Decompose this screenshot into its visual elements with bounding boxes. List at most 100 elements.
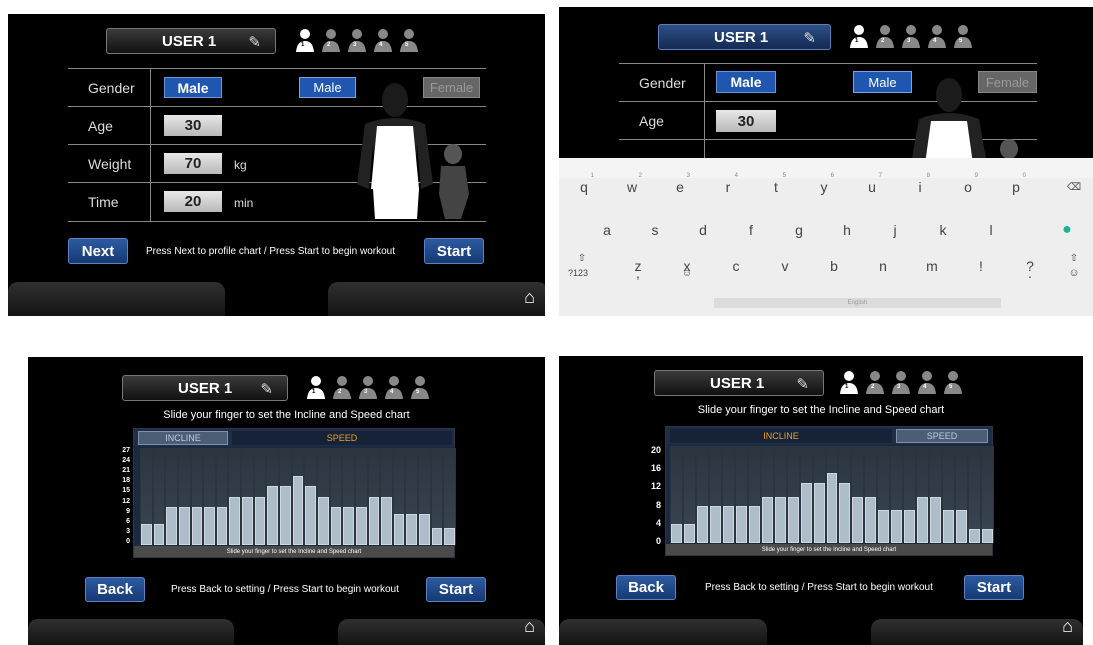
chart-bar[interactable] <box>280 486 291 545</box>
enter-check-icon[interactable]: ● <box>1052 218 1082 242</box>
chart-bar[interactable] <box>431 527 443 545</box>
profile-1-icon[interactable]: 1 <box>306 375 326 399</box>
chart-bar[interactable] <box>852 496 864 543</box>
user-name-field[interactable]: USER 1 ✎ <box>654 370 824 396</box>
profile-5-icon[interactable]: 5 <box>953 24 973 48</box>
keyboard-period-key[interactable]: . <box>1015 261 1045 285</box>
chart-bar[interactable] <box>943 510 955 543</box>
chart-bar[interactable] <box>216 507 228 545</box>
key-s[interactable]: s <box>640 218 670 242</box>
profile-4-icon[interactable]: 4 <box>384 375 404 399</box>
chart-bar[interactable] <box>305 486 316 545</box>
profile-5-icon[interactable]: 5 <box>410 375 430 399</box>
profile-4-icon[interactable]: 4 <box>917 370 937 394</box>
profile-4-icon[interactable]: 4 <box>927 24 947 48</box>
chart-bar[interactable] <box>204 507 215 545</box>
key-t[interactable]: t5 <box>761 173 791 199</box>
chart-bar[interactable] <box>141 524 152 545</box>
home-icon[interactable]: ⌂ <box>524 616 535 637</box>
key-n[interactable]: n <box>868 254 898 278</box>
chart-bar[interactable] <box>748 505 760 543</box>
key-c[interactable]: c <box>721 254 751 278</box>
tab-speed[interactable]: SPEED <box>896 429 988 443</box>
shift-right-icon[interactable]: ⇧ <box>1059 246 1089 270</box>
chart-bar[interactable] <box>191 507 203 545</box>
chart-bar[interactable] <box>153 524 165 545</box>
gender-value[interactable]: Male <box>716 71 776 93</box>
key-e[interactable]: e3 <box>665 173 695 199</box>
keyboard-comma-key[interactable]: , <box>623 261 653 285</box>
chart-bar[interactable] <box>982 529 993 543</box>
key-i[interactable]: i8 <box>905 173 935 199</box>
chart-bar[interactable] <box>254 496 266 545</box>
chart-bar[interactable] <box>956 510 968 543</box>
chart-bar[interactable] <box>904 510 916 543</box>
chart-bar[interactable] <box>735 505 747 543</box>
key-d[interactable]: d <box>688 218 718 242</box>
chart-bar[interactable] <box>368 496 380 545</box>
chart-bar[interactable] <box>813 482 825 543</box>
backspace-icon[interactable]: ⌫ <box>1059 175 1089 199</box>
profile-3-icon[interactable]: 3 <box>347 28 367 52</box>
key-a[interactable]: a <box>592 218 622 242</box>
shift-left-icon[interactable]: ⇧ <box>567 246 597 270</box>
time-value[interactable]: 20 <box>164 191 222 212</box>
home-icon[interactable]: ⌂ <box>524 287 535 308</box>
user-name-field[interactable]: USER 1 ✎ <box>122 375 288 401</box>
chart-bar[interactable] <box>671 524 682 543</box>
incline-chart-plot[interactable] <box>670 446 994 543</box>
chart-bar[interactable] <box>444 527 455 545</box>
profile-5-icon[interactable]: 5 <box>943 370 963 394</box>
start-button[interactable]: Start <box>426 577 486 602</box>
profile-3-icon[interactable]: 3 <box>901 24 921 48</box>
key-w[interactable]: w2 <box>617 173 647 199</box>
key-r[interactable]: r4 <box>713 173 743 199</box>
edit-pencil-icon[interactable]: ✎ <box>803 29 816 47</box>
chart-bar[interactable] <box>722 505 734 543</box>
age-value[interactable]: 30 <box>716 110 776 132</box>
chart-bar[interactable] <box>166 507 177 545</box>
profile-2-icon[interactable]: 2 <box>332 375 352 399</box>
key-m[interactable]: m <box>917 254 947 278</box>
chart-bar[interactable] <box>381 496 392 545</box>
profile-2-icon[interactable]: 2 <box>321 28 341 52</box>
chart-bar[interactable] <box>406 514 418 545</box>
gender-value[interactable]: Male <box>164 77 222 98</box>
chart-bar[interactable] <box>709 505 721 543</box>
profile-1-icon[interactable]: 1 <box>849 24 869 48</box>
key-f[interactable]: f <box>736 218 766 242</box>
profile-1-icon[interactable]: 1 <box>295 28 315 52</box>
chart-bar[interactable] <box>267 486 279 545</box>
chart-bar[interactable] <box>292 476 304 545</box>
profile-3-icon[interactable]: 3 <box>358 375 378 399</box>
tab-incline[interactable]: INCLINE <box>670 429 892 443</box>
chart-bar[interactable] <box>355 507 367 545</box>
key-b[interactable]: b <box>819 254 849 278</box>
user-name-field[interactable]: USER 1 ✎ <box>106 28 276 54</box>
chart-bar[interactable] <box>878 510 890 543</box>
key-exclamation[interactable]: ! <box>966 254 996 278</box>
chart-bar[interactable] <box>229 496 241 545</box>
chart-bar[interactable] <box>330 507 342 545</box>
edit-pencil-icon[interactable]: ✎ <box>260 380 273 398</box>
key-y[interactable]: y6 <box>809 173 839 199</box>
home-icon[interactable]: ⌂ <box>1062 616 1073 637</box>
chart-bar[interactable] <box>178 507 190 545</box>
chart-bar[interactable] <box>930 496 942 543</box>
key-j[interactable]: j <box>880 218 910 242</box>
emoji-icon[interactable]: ☺ <box>672 261 702 285</box>
speed-chart-plot[interactable] <box>140 448 456 545</box>
keyboard-space-key[interactable]: English <box>714 298 1001 308</box>
chart-bar[interactable] <box>419 514 430 545</box>
key-k[interactable]: k <box>928 218 958 242</box>
key-o[interactable]: o9 <box>953 173 983 199</box>
back-button[interactable]: Back <box>85 577 145 602</box>
tab-incline[interactable]: INCLINE <box>138 431 228 445</box>
chart-bar[interactable] <box>393 514 405 545</box>
user-name-field[interactable]: USER 1 ✎ <box>658 24 831 50</box>
weight-value[interactable]: 70 <box>164 153 222 174</box>
key-q[interactable]: q1 <box>569 173 599 199</box>
key-g[interactable]: g <box>784 218 814 242</box>
chart-bar[interactable] <box>839 482 851 543</box>
edit-pencil-icon[interactable]: ✎ <box>796 375 809 393</box>
